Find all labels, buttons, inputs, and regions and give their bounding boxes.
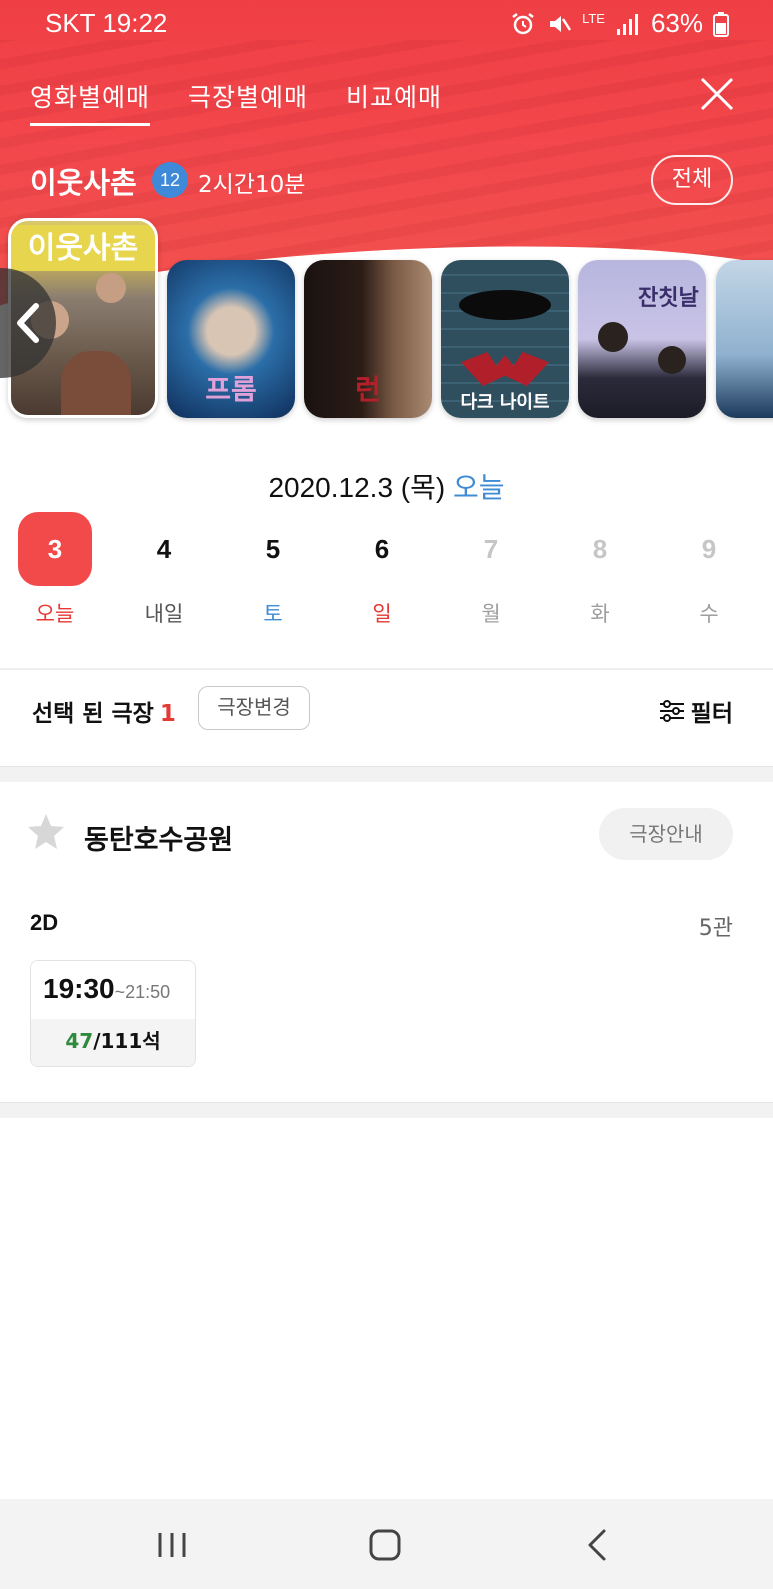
movie-runtime: 2시간10분 bbox=[198, 172, 306, 198]
seats-total: /111석 bbox=[93, 1029, 161, 1053]
showtime-card[interactable]: 19:30~21:50 47/111석 bbox=[30, 960, 196, 1067]
day-number: 8 bbox=[592, 534, 608, 564]
status-bar: SKT 19:22 LTE 63% bbox=[0, 0, 773, 46]
tab-by-movie[interactable]: 영화별예매 bbox=[30, 78, 151, 126]
day-label: 일 bbox=[372, 602, 392, 626]
day-label: 내일 bbox=[144, 602, 184, 626]
close-icon[interactable] bbox=[699, 76, 735, 112]
poster-carousel: 이웃사촌 프롬 런 다크 나이트 잔칫날 bbox=[0, 218, 773, 428]
poster-title: 런 bbox=[355, 373, 381, 406]
chevron-left-icon bbox=[17, 303, 39, 343]
poster-run[interactable]: 런 bbox=[304, 260, 432, 418]
day-item: 8 화 bbox=[563, 512, 637, 632]
booking-tabs: 영화별예매 극장별예매 비교예매 bbox=[30, 78, 442, 126]
star-icon[interactable] bbox=[26, 812, 66, 852]
poster-title: 잔칫날 bbox=[638, 286, 699, 311]
home-icon[interactable] bbox=[361, 1521, 409, 1569]
battery-percent: 63% bbox=[650, 8, 703, 38]
day-item[interactable]: 3 오늘 bbox=[18, 512, 92, 632]
carousel-prev-button[interactable] bbox=[0, 268, 56, 378]
filter-icon bbox=[659, 700, 684, 722]
poster-from[interactable]: 프롬 bbox=[167, 260, 295, 418]
selected-theater-text: 선택 된 극장 bbox=[32, 701, 154, 727]
poster-title: 이웃사촌 bbox=[27, 231, 139, 266]
day-number: 9 bbox=[701, 534, 717, 564]
filter-label: 필터 bbox=[690, 701, 733, 727]
day-number: 5 bbox=[265, 534, 281, 564]
showtime-end: ~21:50 bbox=[114, 982, 171, 1002]
day-label: 수 bbox=[699, 602, 719, 626]
date-selector: 3 오늘 4 내일 5 토 6 일 7 월 8 화 9 수 bbox=[18, 512, 758, 632]
carrier-time: SKT 19:22 bbox=[45, 8, 168, 38]
screen-format: 2D bbox=[30, 910, 59, 935]
tab-compare[interactable]: 비교예매 bbox=[346, 78, 442, 126]
poster-dark-knight[interactable]: 다크 나이트 bbox=[441, 260, 569, 418]
network-label: LTE bbox=[582, 11, 605, 26]
back-icon[interactable] bbox=[574, 1521, 622, 1569]
day-item[interactable]: 4 내일 bbox=[127, 512, 201, 632]
date-full: 2020.12.3 (목) bbox=[268, 472, 446, 503]
divider bbox=[0, 668, 773, 670]
day-number: 7 bbox=[483, 534, 499, 564]
all-movies-button[interactable]: 전체 bbox=[651, 155, 733, 205]
hall-name: 5관 bbox=[698, 916, 733, 941]
showtime-seats: 47/111석 bbox=[31, 1019, 195, 1066]
recent-apps-icon[interactable] bbox=[148, 1521, 196, 1569]
tab-by-theater[interactable]: 극장별예매 bbox=[188, 78, 308, 126]
seats-available: 47 bbox=[65, 1029, 94, 1053]
day-label: 오늘 bbox=[35, 602, 75, 626]
movie-title: 이웃사촌 bbox=[30, 166, 137, 200]
selected-theater-label: 선택 된 극장 1 bbox=[32, 694, 176, 728]
theater-name: 동탄호수공원 bbox=[84, 825, 234, 856]
day-item[interactable]: 6 일 bbox=[345, 512, 419, 632]
poster-title: 다크 나이트 bbox=[460, 392, 550, 413]
day-item: 9 수 bbox=[672, 512, 746, 632]
day-item[interactable]: 5 토 bbox=[236, 512, 310, 632]
showtime-time: 19:30~21:50 bbox=[31, 961, 195, 1019]
system-navigation-bar bbox=[0, 1499, 773, 1589]
signal-icon bbox=[616, 13, 638, 35]
mute-icon bbox=[550, 15, 572, 32]
date-today-label: 오늘 bbox=[453, 472, 505, 503]
age-rating-badge: 12 bbox=[152, 162, 188, 198]
battery-icon bbox=[713, 11, 729, 37]
day-number: 6 bbox=[374, 534, 390, 564]
day-label: 월 bbox=[481, 602, 501, 626]
section-divider bbox=[0, 1102, 773, 1118]
section-divider bbox=[0, 766, 773, 782]
theater-info-button[interactable]: 극장안내 bbox=[599, 808, 733, 860]
day-label: 토 bbox=[263, 602, 283, 626]
selected-theater-count: 1 bbox=[159, 701, 176, 727]
change-theater-button[interactable]: 극장변경 bbox=[198, 686, 310, 730]
showtime-start: 19:30 bbox=[43, 973, 115, 1004]
poster-feast-day[interactable]: 잔칫날 bbox=[578, 260, 706, 418]
status-icons: LTE 63% bbox=[510, 8, 729, 39]
filter-button[interactable]: 필터 bbox=[659, 694, 733, 728]
day-label: 화 bbox=[590, 602, 610, 626]
day-item: 7 월 bbox=[454, 512, 528, 632]
day-number: 4 bbox=[156, 534, 172, 564]
alarm-icon bbox=[512, 12, 534, 34]
poster-title: 프롬 bbox=[205, 373, 257, 406]
poster-partial[interactable] bbox=[716, 260, 773, 418]
selected-date: 2020.12.3 (목) 오늘 bbox=[0, 466, 773, 506]
day-number: 3 bbox=[18, 512, 92, 586]
